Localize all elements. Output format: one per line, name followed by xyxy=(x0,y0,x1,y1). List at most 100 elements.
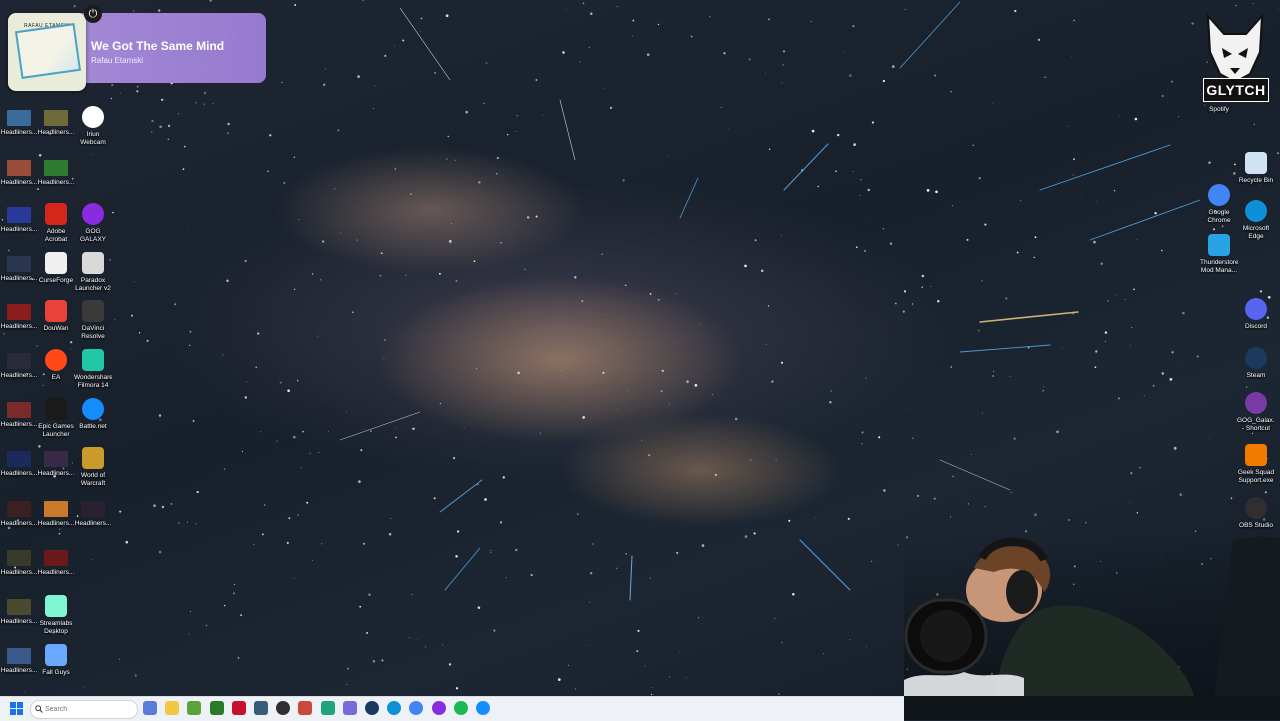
desktop-icon-label: Headliners... xyxy=(37,520,75,527)
desktop-icon[interactable]: Headliners... xyxy=(0,300,38,331)
edge-icon xyxy=(1245,200,1267,222)
desktop-icon[interactable]: OBS Studio xyxy=(1237,497,1275,530)
thumbnail-icon xyxy=(44,110,68,126)
gog-icon[interactable] xyxy=(431,701,446,715)
desktop-icon-label: Headliners... xyxy=(0,470,38,477)
thumbnail-icon xyxy=(81,501,105,517)
desktop-icon-label: World of Warcraft xyxy=(80,472,106,487)
desktop-icon-label: Headliners... xyxy=(0,226,38,233)
spotify-icon[interactable] xyxy=(453,701,468,715)
desktop-icon[interactable]: Headliners... xyxy=(0,203,38,234)
desktop-icon[interactable]: EA xyxy=(37,349,75,382)
desktop-icon[interactable]: Headliners... xyxy=(37,156,75,187)
thumbnail-icon xyxy=(7,160,31,176)
desktop-icon[interactable]: Battle.net xyxy=(74,398,112,431)
desktop-icon[interactable]: CurseForge xyxy=(37,252,75,285)
windows-start-icon[interactable] xyxy=(10,702,23,715)
webcam-overlay xyxy=(904,530,1280,696)
spotify-caption: Spotify xyxy=(1200,106,1238,114)
thumbnail-icon xyxy=(44,160,68,176)
thumbnail-icon xyxy=(7,256,31,272)
xbox-icon[interactable] xyxy=(209,701,224,715)
desktop-icon[interactable]: DaVinci Resolve xyxy=(74,300,112,340)
davinci-icon[interactable] xyxy=(298,701,313,715)
desktop-icon-label: Headliners... xyxy=(0,520,38,527)
search-input[interactable] xyxy=(45,702,119,716)
desktop-icon[interactable]: Streamlabs Desktop xyxy=(37,595,75,635)
desktop-icon[interactable]: Thunderstore Mod Mana... xyxy=(1200,234,1238,274)
desktop-icon[interactable]: Headliners... xyxy=(37,546,75,577)
desktop-icon[interactable]: Geek Squad Support.exe xyxy=(1237,444,1275,484)
desktop-icon-label: GOG_Galax... - Shortcut xyxy=(1237,417,1275,432)
desktop-icon[interactable]: Adobe Acrobat xyxy=(37,203,75,243)
thumbnail-icon xyxy=(7,353,31,369)
desktop-icon-label: Headliners... xyxy=(0,179,38,186)
thumbnail-icon xyxy=(7,451,31,467)
desktop-icon[interactable]: Wondershare Filmora 14 xyxy=(74,349,112,389)
webcam-icon xyxy=(82,106,104,128)
search-icon xyxy=(35,705,43,713)
edge-icon[interactable] xyxy=(387,701,402,715)
desktop-icon[interactable]: Headliners... xyxy=(0,252,38,283)
power-icon[interactable]: ⏻ xyxy=(84,5,102,23)
app-icon[interactable] xyxy=(254,701,268,715)
desktop-icon[interactable]: Microsoft Edge xyxy=(1237,200,1275,240)
desktop-icon[interactable]: Headliners... xyxy=(0,546,38,577)
desktop-icon-label: Headliners... xyxy=(0,421,38,428)
desktop-icon-label: Headliners... xyxy=(37,569,75,576)
desktop-icon-label: Headliners... xyxy=(0,275,38,282)
thumbnail-icon xyxy=(7,110,31,126)
acrobat-icon[interactable] xyxy=(231,701,246,715)
now-playing-widget[interactable]: RAFAU ETAMSKI We Got The Same Mind Rafau… xyxy=(8,13,266,91)
obs-icon[interactable] xyxy=(276,701,291,715)
epic-icon xyxy=(45,398,67,420)
desktop-icon-label: Discord xyxy=(1244,323,1268,330)
chrome-icon[interactable] xyxy=(409,701,424,715)
desktop-icon[interactable]: Headliners... xyxy=(37,497,75,528)
recycle-bin-icon xyxy=(1245,152,1267,174)
steam-icon[interactable] xyxy=(365,701,379,715)
minecraft-icon[interactable] xyxy=(187,701,202,715)
discord-icon xyxy=(1245,298,1267,320)
streamlabs-icon[interactable] xyxy=(320,701,335,715)
desktop-icon[interactable]: Paradox Launcher v2 xyxy=(74,252,112,292)
desktop-icon[interactable]: DouWan xyxy=(37,300,75,333)
desktop-icon[interactable]: Headliners... xyxy=(74,497,112,528)
desktop-icon[interactable]: Headliners... xyxy=(0,398,38,429)
desktop-icon[interactable]: Recycle Bin xyxy=(1237,152,1275,185)
desktop-icon[interactable]: World of Warcraft xyxy=(74,447,112,487)
desktop-icon[interactable]: Headliners... xyxy=(37,106,75,137)
webcam-bottom-strip xyxy=(904,696,1280,720)
desktop-icon[interactable]: Headliners... xyxy=(37,447,75,478)
desktop-icon[interactable]: Fall Guys xyxy=(37,644,75,677)
chrome-icon xyxy=(1208,184,1230,206)
desktop-icon[interactable]: Steam xyxy=(1237,347,1275,380)
desktop-icon[interactable]: Headliners... xyxy=(0,447,38,478)
app-icon[interactable] xyxy=(342,701,357,715)
track-artist: Rafau Etamski xyxy=(91,56,144,65)
desktop-icon[interactable]: GOG GALAXY xyxy=(74,203,112,243)
track-title: We Got The Same Mind xyxy=(91,39,225,53)
battlenet-icon[interactable] xyxy=(476,701,490,715)
copilot-icon[interactable] xyxy=(143,701,157,715)
desktop-icon[interactable]: Epic Games Launcher xyxy=(37,398,75,438)
desktop-icon[interactable]: Headliners... xyxy=(0,595,38,626)
desktop-icon[interactable]: Headliners... xyxy=(0,497,38,528)
taskbar-search[interactable] xyxy=(30,700,138,719)
steam-icon xyxy=(1245,347,1267,369)
desktop-icon[interactable]: Iriun Webcam xyxy=(74,106,112,146)
spotify-caption-label: Spotify xyxy=(1209,106,1229,113)
desktop-icon[interactable]: Headliners... xyxy=(0,156,38,187)
desktop-icon[interactable]: Discord xyxy=(1237,298,1275,331)
desktop-icon-label: Fall Guys xyxy=(42,669,70,676)
desktop-icon[interactable]: GOG_Galax... - Shortcut xyxy=(1237,392,1275,432)
thumbnail-icon xyxy=(7,207,31,223)
desktop-icon[interactable]: Google Chrome xyxy=(1200,184,1238,224)
desktop-icon[interactable]: Headliners... xyxy=(0,106,38,137)
desktop-icon[interactable]: Headliners... xyxy=(0,349,38,380)
streamer-webcam-feed xyxy=(904,536,1280,696)
desktop-icon-label: Streamlabs Desktop xyxy=(39,620,73,635)
file-explorer-icon[interactable] xyxy=(165,701,180,715)
streamlabs-icon xyxy=(45,595,67,617)
desktop-icon[interactable]: Headliners... xyxy=(0,644,38,675)
